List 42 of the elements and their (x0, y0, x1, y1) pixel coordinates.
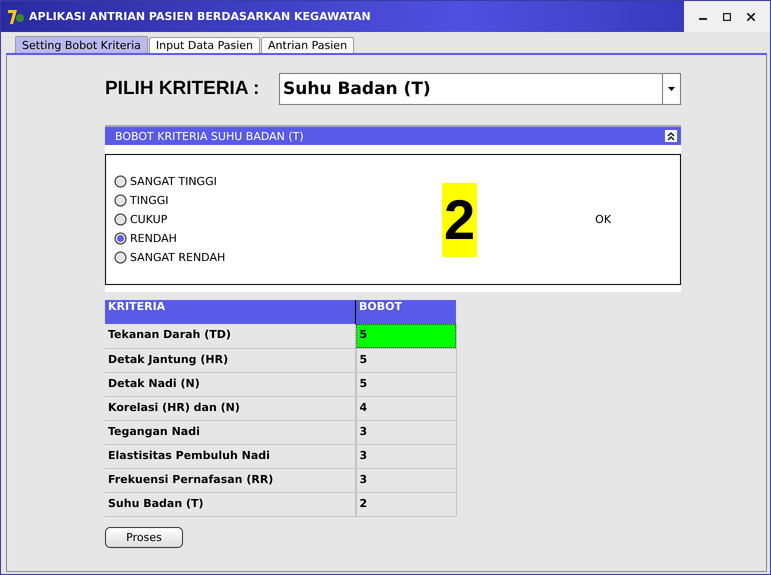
radio-icon[interactable] (114, 213, 127, 226)
table-cell: Suhu Badan (T) (105, 492, 356, 516)
column-header: KRITERIA (105, 300, 356, 324)
table-cell: Detak Nadi (N) (105, 372, 356, 396)
criteria-dropdown[interactable]: Suhu Badan (T) (279, 73, 681, 105)
close-icon[interactable] (747, 12, 755, 20)
tab[interactable]: Antrian Pasien (261, 37, 354, 53)
criteria-label: PILIH KRITERIA : (105, 78, 260, 100)
table-cell[interactable]: 3 (356, 468, 456, 492)
weight-value: 2 (442, 182, 478, 256)
radio-icon[interactable] (114, 175, 127, 188)
status-text: OK (595, 213, 612, 226)
column-header: BOBOT (356, 300, 456, 324)
dropdown-arrow-icon[interactable] (668, 87, 675, 91)
window-title: APLIKASI ANTRIAN PASIEN BERDASARKAN KEGAWATAN (29, 10, 372, 23)
table-cell[interactable]: 2 (356, 492, 456, 516)
collapse-icon[interactable] (665, 130, 677, 142)
radio-option[interactable]: TINGGI (114, 194, 442, 207)
radio-icon[interactable] (114, 251, 127, 264)
table-cell[interactable]: 5 (356, 324, 456, 348)
radio-option[interactable]: CUKUP (114, 213, 442, 226)
radio-icon[interactable] (114, 194, 127, 207)
table-cell[interactable]: 3 (356, 420, 456, 444)
table-cell: Elastisitas Pembuluh Nadi (105, 444, 356, 468)
table-cell: Detak Jantung (HR) (105, 348, 356, 372)
table-cell[interactable]: 4 (356, 396, 456, 420)
radio-option[interactable]: RENDAH (114, 232, 442, 245)
radio-icon[interactable] (114, 232, 127, 245)
tab[interactable]: Input Data Pasien (148, 37, 260, 53)
table-cell[interactable]: 3 (356, 444, 456, 468)
table-cell: Frekuensi Pernafasan (RR) (105, 468, 356, 492)
maximize-icon[interactable] (723, 12, 731, 20)
process-button[interactable]: Proses (105, 526, 183, 548)
app-logo-icon (7, 8, 25, 26)
table-cell: Korelasi (HR) dan (N) (105, 396, 356, 420)
table-cell: Tegangan Nadi (105, 420, 356, 444)
table-cell[interactable]: 5 (356, 348, 456, 372)
table-cell[interactable]: 5 (356, 372, 456, 396)
radio-option[interactable]: SANGAT TINGGI (114, 175, 442, 188)
panel-title: BOBOT KRITERIA SUHU BADAN (T) (115, 130, 304, 142)
tab[interactable]: Setting Bobot Kriteria (15, 36, 148, 53)
radio-option[interactable]: SANGAT RENDAH (114, 251, 442, 264)
